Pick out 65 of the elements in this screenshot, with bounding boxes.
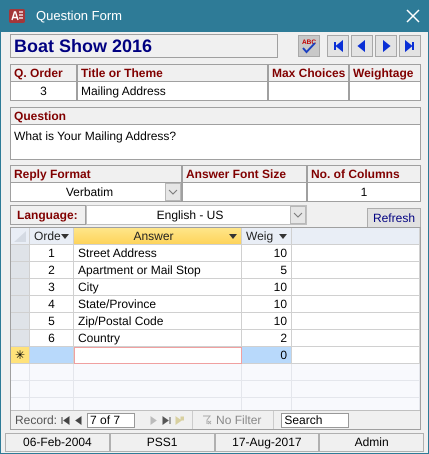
- table-cell: 1: [30, 245, 74, 262]
- survey-title: Boat Show 2016: [10, 34, 278, 58]
- chevron-down-icon[interactable]: [168, 189, 178, 195]
- status-cell: 06-Feb-2004: [5, 433, 110, 452]
- field-label: Question: [10, 107, 421, 124]
- field-label: Title or Theme: [77, 64, 268, 81]
- table-cell: State/Province: [74, 296, 242, 313]
- first-record-icon[interactable]: [61, 416, 70, 424]
- table-cell: 0: [242, 347, 292, 364]
- table-cell: City: [74, 279, 242, 296]
- table-cell: 10: [242, 296, 292, 313]
- record-position-field[interactable]: 7 of 7: [87, 412, 136, 428]
- table-cell: Country: [74, 330, 242, 347]
- column-header[interactable]: Weig: [242, 228, 292, 245]
- order-field[interactable]: 3: [10, 81, 77, 101]
- next-record-button[interactable]: [375, 35, 397, 57]
- table-cell: 2: [242, 330, 292, 347]
- question-field[interactable]: What is Your Mailing Address?: [10, 124, 421, 160]
- table-cell: Zip/Postal Code: [74, 313, 242, 330]
- table-cell: 10: [242, 313, 292, 330]
- table-cell: 6: [30, 330, 74, 347]
- refresh-button[interactable]: Refresh: [366, 208, 421, 228]
- table-cell: 5: [30, 313, 74, 330]
- table-cell: Apartment or Mail Stop: [74, 262, 242, 279]
- caret-icon[interactable]: [279, 234, 287, 238]
- column-header[interactable]: Orde: [30, 228, 74, 245]
- search-field[interactable]: Search: [281, 412, 350, 428]
- caret-icon[interactable]: [61, 234, 69, 238]
- first-record-button[interactable]: [327, 35, 349, 57]
- table-cell: Street Address: [74, 245, 242, 262]
- columns-field[interactable]: 1: [307, 182, 421, 202]
- table-cell: 2: [30, 262, 74, 279]
- table-cell: 10: [242, 279, 292, 296]
- last-record-button[interactable]: [399, 35, 421, 57]
- app-logo-icon: [8, 7, 26, 25]
- table-cell: 3: [30, 279, 74, 296]
- table-cell: 4: [30, 296, 74, 313]
- reply-format-dropdown[interactable]: Verbatim: [10, 182, 182, 202]
- title-field[interactable]: Mailing Address: [77, 81, 268, 101]
- new-record-marker: ✳: [11, 347, 30, 364]
- chevron-down-icon[interactable]: [293, 212, 303, 218]
- status-cell: Admin: [319, 433, 424, 452]
- table-cell: 5: [242, 262, 292, 279]
- field-label: Reply Format: [10, 165, 182, 182]
- previous-record-icon[interactable]: [74, 416, 84, 424]
- field-label: Answer Font Size: [182, 165, 307, 182]
- field-label: Weightage: [349, 64, 421, 81]
- field-label: Q. Order: [10, 64, 77, 81]
- window-title: Question Form: [36, 7, 123, 26]
- close-icon[interactable]: [406, 9, 420, 23]
- previous-record-button[interactable]: [351, 35, 373, 57]
- column-header[interactable]: Answer: [74, 228, 242, 245]
- field-label: Language:: [10, 205, 86, 225]
- answer-input[interactable]: [74, 347, 242, 364]
- table-cell: 10: [242, 245, 292, 262]
- table-cell: [30, 347, 74, 364]
- language-dropdown[interactable]: English - US: [86, 205, 307, 225]
- status-cell: PSS1: [110, 433, 214, 452]
- field-label: No. of Columns: [307, 165, 421, 182]
- caret-icon[interactable]: [229, 234, 237, 238]
- last-record-icon[interactable]: [162, 416, 172, 424]
- record-label: Record:: [15, 412, 58, 429]
- filter-icon: [202, 415, 212, 425]
- status-cell: 17-Aug-2017: [214, 433, 320, 452]
- field-label: Max Choices: [268, 64, 349, 81]
